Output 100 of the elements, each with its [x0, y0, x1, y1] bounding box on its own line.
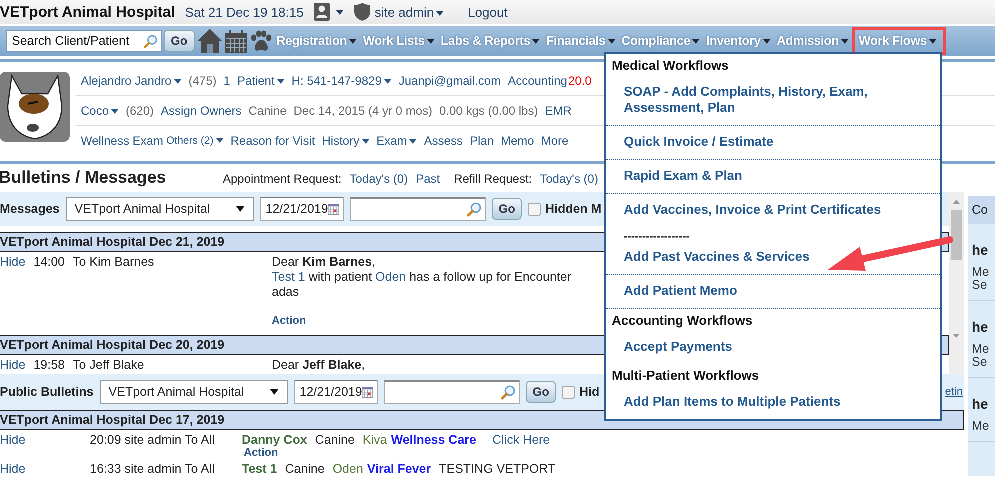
entry-title: he — [972, 396, 990, 412]
date-time: Sat 21 Dec 19 18:15 — [185, 4, 304, 20]
patient-info: Canine — [248, 104, 287, 118]
action-link[interactable]: Action — [272, 314, 572, 329]
paw-icon[interactable] — [248, 30, 273, 54]
go-button[interactable]: Go — [526, 381, 556, 403]
patient-link[interactable]: Reason for Visit — [230, 134, 316, 148]
menu-section-title: Accounting Workflows — [611, 312, 754, 330]
message-recipient: To Jeff Blake — [73, 358, 144, 372]
hospital-select[interactable]: VETport Animal Hospital — [66, 197, 254, 221]
hide-link[interactable]: Hide — [0, 255, 26, 269]
request-link[interactable]: Past — [416, 172, 440, 186]
patient-menu[interactable]: Patient — [237, 74, 285, 88]
request-label: Appointment Request: — [223, 172, 342, 186]
checkbox-label: Hid — [579, 385, 600, 399]
patient-link[interactable]: Memo — [501, 134, 534, 148]
bulletin-species: Canine — [285, 462, 325, 476]
entry-title: he — [972, 242, 990, 258]
menu-item[interactable]: Rapid Exam & Plan — [606, 160, 940, 194]
message-line: Dear Kim Barnes, — [272, 255, 377, 270]
patient-link[interactable]: Wellness Exam — [81, 134, 164, 148]
request-label: Refill Request: — [454, 172, 532, 186]
action-link[interactable]: Action — [244, 447, 550, 459]
shield-icon — [354, 3, 371, 21]
bulletin-subject: Viral Fever — [367, 462, 432, 476]
entry-title: he — [972, 319, 990, 335]
bulletin-link[interactable]: etin — [945, 386, 963, 398]
calendar-icon[interactable] — [328, 202, 340, 216]
patient-link[interactable]: Plan — [470, 134, 494, 148]
go-button[interactable]: Go — [164, 30, 195, 52]
caret-icon — [409, 138, 418, 144]
menu-item[interactable]: Add Patient Memo — [606, 275, 940, 309]
search-icon[interactable] — [500, 385, 516, 400]
patient-menu[interactable]: H: 541-147-9829 — [292, 74, 392, 88]
bulletin-subject: Wellness Care — [391, 433, 476, 447]
bulletin-species: Canine — [315, 433, 355, 447]
calendar-icon[interactable] — [362, 384, 374, 400]
caret-icon — [532, 38, 540, 44]
checkbox[interactable] — [562, 386, 576, 398]
bulletin-patient: Oden — [332, 462, 364, 476]
search-field[interactable] — [350, 197, 486, 221]
patient-link[interactable]: More — [541, 134, 569, 148]
go-button[interactable]: Go — [492, 198, 522, 220]
logout-link[interactable]: Logout — [468, 4, 508, 20]
entry-text: Me — [972, 343, 990, 356]
bulletin-author: Danny Cox — [242, 433, 308, 447]
message-time: 14:00 — [34, 255, 65, 269]
panel-title: Co — [972, 203, 988, 217]
patient-link[interactable]: Juanpi@gmail.com — [398, 74, 502, 88]
hide-link[interactable]: Hide — [0, 462, 26, 476]
patient-menu[interactable]: Coco — [81, 104, 120, 118]
section-title: Bulletins / Messages — [0, 168, 168, 188]
hide-link[interactable]: Hide — [0, 433, 26, 447]
caret-icon — [336, 10, 344, 14]
patient-info: 0.00 kgs (0.00 lbs) — [440, 104, 538, 118]
caret-icon — [270, 389, 279, 395]
bulletin-patient: Kiva — [362, 433, 388, 447]
entry-text: Se — [972, 279, 988, 292]
message-line: Dear Jeff Blake, — [272, 358, 366, 373]
date-field[interactable]: 12/21/2019 — [294, 380, 378, 404]
date-field[interactable]: 12/21/2019 — [260, 197, 344, 221]
hide-link[interactable]: Hide — [0, 358, 26, 372]
caret-icon — [349, 38, 358, 44]
checkbox[interactable] — [528, 202, 542, 216]
scrollbar[interactable] — [949, 192, 964, 374]
user-icon[interactable] — [314, 3, 330, 21]
entry-text: Me — [972, 266, 990, 279]
search-icon[interactable] — [466, 202, 482, 217]
patient-info: Dec 14, 2015 (4 yr 0 mos) — [294, 104, 432, 118]
caret-icon — [216, 138, 224, 144]
user-menu[interactable]: site admin — [374, 4, 444, 20]
bulletin-link[interactable]: Click Here — [492, 433, 550, 447]
bulletin-text: TESTING VETPORT — [439, 462, 556, 476]
caret-icon — [111, 108, 120, 114]
menu-item[interactable]: SOAP - Add Complaints, History, Exam, Assessment, Plan — [606, 76, 940, 126]
patient-menu[interactable]: History — [322, 134, 370, 148]
patient-menu[interactable]: Alejandro Jandro — [81, 74, 182, 88]
search-field[interactable]: Search Client/Patient — [6, 30, 162, 52]
home-icon[interactable] — [196, 28, 223, 54]
menu-separator: ------------------ — [623, 230, 691, 241]
patient-link[interactable]: Assess — [424, 134, 463, 148]
calendar-icon[interactable] — [224, 30, 248, 54]
patient-link[interactable]: 1 — [224, 74, 230, 88]
caret-icon — [608, 38, 616, 44]
balance-amount: 20.0 — [568, 74, 592, 88]
patient-link[interactable]: EMR — [545, 104, 572, 118]
search-icon[interactable] — [144, 34, 158, 48]
search-field[interactable] — [384, 380, 520, 404]
caret-icon — [236, 206, 245, 212]
message-line: adas — [272, 285, 300, 300]
patient-menu[interactable]: Exam — [376, 134, 418, 148]
menu-item[interactable]: Add Vaccines, Invoice & Print Certificates — [606, 194, 940, 227]
patient-link[interactable]: Assign Owners — [161, 104, 242, 118]
hospital-select[interactable]: VETport Animal Hospital — [100, 380, 288, 404]
menu-item[interactable]: Quick Invoice / Estimate — [606, 126, 940, 160]
request-link[interactable]: Today's (0) — [350, 172, 408, 186]
request-link[interactable]: Today's (0) — [540, 172, 598, 186]
patient-menu[interactable]: Others (2) — [166, 134, 224, 146]
patient-link[interactable]: Accounting — [508, 74, 568, 88]
message-recipient: To Kim Barnes — [73, 255, 154, 269]
